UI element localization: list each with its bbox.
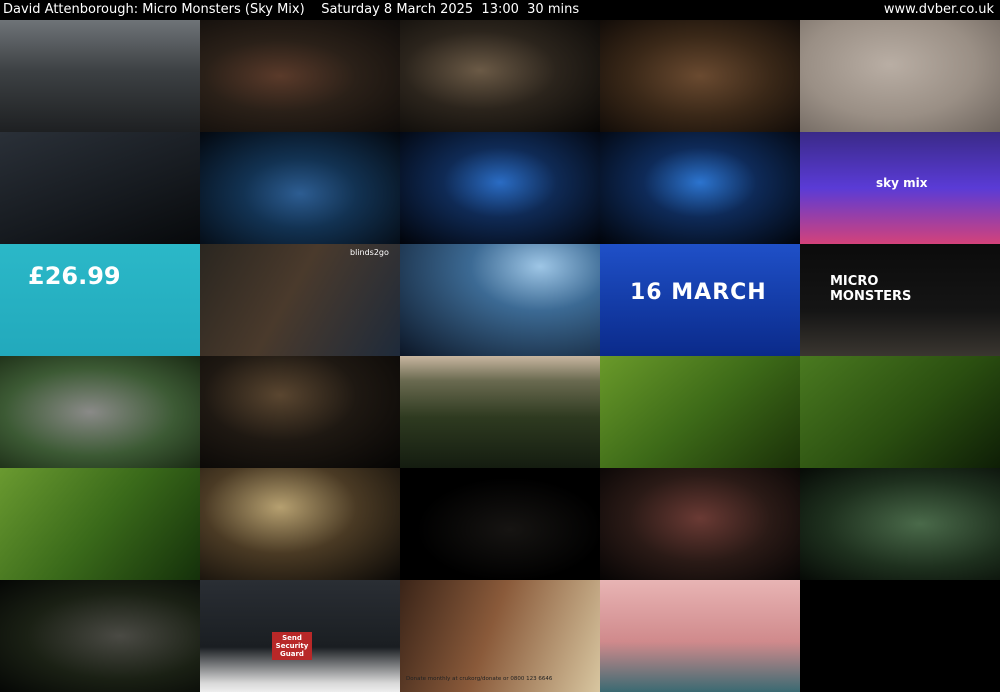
video-frame-thumbnail: sky mix [800, 132, 1000, 244]
video-frame-thumbnail [800, 580, 1000, 692]
video-frame-thumbnail [400, 132, 600, 244]
video-frame-thumbnail: blinds2go [200, 244, 400, 356]
video-frame-thumbnail: MICRO MONSTERS [800, 244, 1000, 356]
video-frame-thumbnail [200, 20, 400, 132]
frame-caption: MICRO MONSTERS [830, 274, 912, 304]
video-frame-thumbnail: Send Security Guard [200, 580, 400, 692]
video-frame-thumbnail [600, 468, 800, 580]
video-frame-thumbnail [400, 468, 600, 580]
video-frame-thumbnail [200, 468, 400, 580]
video-frame-thumbnail [400, 244, 600, 356]
frame-caption: blinds2go [350, 248, 389, 257]
video-frame-thumbnail [600, 20, 800, 132]
video-frame-thumbnail [200, 132, 400, 244]
video-frame-thumbnail: Donate monthly at crukorg/donate or 0800… [400, 580, 600, 692]
video-frame-thumbnail [600, 132, 800, 244]
video-frame-thumbnail [200, 356, 400, 468]
site-link[interactable]: www.dvber.co.uk [884, 0, 994, 20]
video-frame-thumbnail: £26.99 [0, 244, 200, 356]
video-frame-thumbnail [0, 468, 200, 580]
programme-title: David Attenborough: Micro Monsters (Sky … [3, 2, 580, 17]
frame-caption: Send Security Guard [272, 632, 312, 660]
video-frame-thumbnail [400, 20, 600, 132]
video-frame-thumbnail [0, 356, 200, 468]
header-bar: David Attenborough: Micro Monsters (Sky … [0, 0, 1000, 20]
video-frame-thumbnail [0, 20, 200, 132]
video-frame-thumbnail: 16 MARCH [600, 244, 800, 356]
frame-caption: Donate monthly at crukorg/donate or 0800… [406, 676, 553, 682]
video-frame-thumbnail [800, 468, 1000, 580]
thumbnail-grid: sky mix £26.99 blinds2go 16 MARCH MICRO MONS… [0, 20, 1000, 692]
video-frame-thumbnail [600, 580, 800, 692]
video-frame-thumbnail [400, 356, 600, 468]
video-frame-thumbnail [0, 132, 200, 244]
video-frame-thumbnail [600, 356, 800, 468]
video-frame-thumbnail [800, 20, 1000, 132]
video-frame-thumbnail [0, 580, 200, 692]
frame-caption: £26.99 [28, 262, 121, 290]
frame-caption: sky mix [876, 176, 928, 190]
video-frame-thumbnail [800, 356, 1000, 468]
frame-caption: 16 MARCH [630, 280, 767, 305]
